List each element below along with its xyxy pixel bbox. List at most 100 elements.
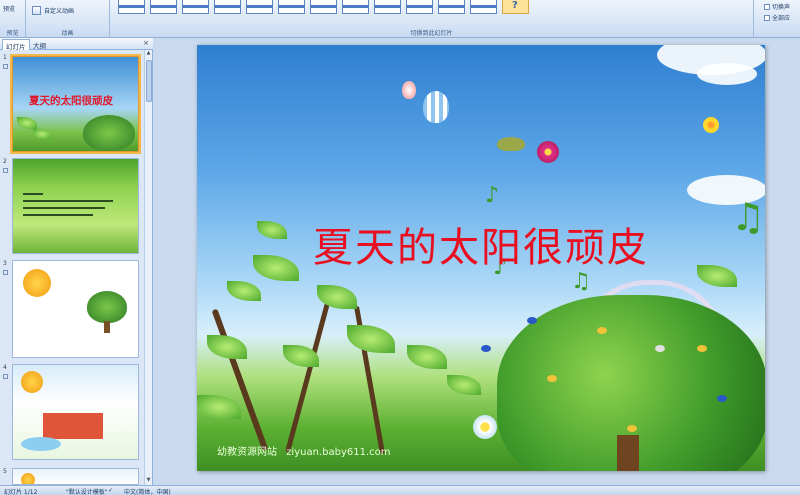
slide-number: 1 [3, 54, 7, 61]
slide-thumbnail-row[interactable]: 3 [0, 260, 145, 360]
transition-thumb[interactable] [182, 0, 209, 14]
leaf-shape [33, 129, 51, 139]
slide-number: 4 [3, 364, 7, 371]
butterfly-shape [627, 425, 637, 432]
pool-shape [21, 437, 61, 451]
transition-thumb[interactable] [118, 0, 145, 14]
ribbon: 预览 预览 自定义动画 动画 切换到此幻灯片 切换声 [0, 0, 800, 38]
butterfly-shape [481, 345, 491, 352]
balloon-shape [402, 81, 416, 99]
leaf-shape [227, 281, 261, 301]
slide-editor: ♪ ♪ ♫ ♫ 夏天的太阳很顽皮 幼教资源网站 ziyuan.baby611.c… [153, 38, 800, 485]
transition-thumb[interactable] [438, 0, 465, 14]
watermark: 幼教资源网站 ziyuan.baby611.com [217, 443, 390, 458]
transition-thumb[interactable] [470, 0, 497, 14]
transition-gallery [118, 0, 529, 14]
transition-thumb[interactable] [150, 0, 177, 14]
slide-number: 5 [3, 468, 7, 475]
animation-group-caption: 动画 [61, 30, 74, 37]
animation-group: 自定义动画 动画 [26, 0, 110, 38]
slide-thumbnail-row[interactable]: 1 夏天的太阳很顽皮 [0, 54, 145, 154]
slides-pane: 幻灯片 大纲 × 1 夏天的太阳很顽皮 2 3 4 5 ▲ ▼ [0, 38, 153, 485]
apply-all-label: 全部应 [772, 15, 791, 22]
leaf-shape [197, 395, 241, 419]
text-line [23, 200, 113, 202]
close-icon[interactable]: × [143, 39, 149, 47]
flower-shape [473, 415, 497, 439]
animation-marker-icon [3, 64, 8, 69]
transition-group-caption: 切换到此幻灯片 [410, 30, 453, 37]
transition-thumb[interactable] [246, 0, 273, 14]
butterfly-shape [527, 317, 537, 324]
transition-sound-option[interactable]: 切换声 [764, 2, 790, 11]
cloud-shape [697, 63, 757, 85]
animation-marker-icon [3, 374, 8, 379]
theme-name[interactable]: "默认设计模板" [66, 487, 108, 495]
apply-all-option[interactable]: 全部应 [764, 13, 790, 22]
bird-shape [497, 137, 525, 151]
spellcheck-icon[interactable]: ✓ [108, 487, 113, 494]
leaf-shape [407, 345, 447, 369]
leaf-shape [17, 117, 37, 129]
text-line [23, 207, 105, 209]
transition-options-group: 切换声 全部应 [754, 0, 800, 38]
branch-shape [211, 308, 269, 452]
butterfly-shape [717, 395, 727, 402]
tree-shape [83, 115, 135, 151]
status-bar: 幻灯片 1/12 "默认设计模板" ✓ 中文(简体，中国) [0, 485, 800, 495]
butterfly-shape [547, 375, 557, 382]
custom-animation-label: 自定义动画 [44, 8, 75, 15]
sound-icon [764, 3, 770, 10]
slide-thumbnail-row[interactable]: 4 [0, 364, 145, 464]
language-status[interactable]: 中文(简体，中国) [124, 487, 171, 495]
text-line [23, 214, 93, 216]
butterfly-shape [655, 345, 665, 352]
slide-counter: 幻灯片 1/12 [4, 489, 38, 495]
animation-marker-icon [3, 168, 8, 173]
slide-thumbnail-row[interactable]: 5 [0, 468, 145, 485]
flower-shape [703, 117, 719, 133]
flower-shape [537, 141, 559, 163]
watermark-url: ziyuan.baby611.com [286, 447, 391, 458]
animation-marker-icon [3, 270, 8, 275]
slide-thumbnail[interactable] [12, 260, 139, 358]
custom-animation-icon [32, 6, 41, 15]
pane-scrollbar[interactable]: ▲ ▼ [144, 50, 152, 485]
transition-sound-label: 切换声 [772, 4, 791, 11]
custom-animation-button[interactable]: 自定义动画 [32, 6, 74, 15]
butterfly-shape [697, 345, 707, 352]
slide-thumbnail-row[interactable]: 2 [0, 158, 145, 256]
branch-shape [285, 287, 334, 453]
trunk-shape [104, 321, 110, 333]
preview-group: 预览 预览 [0, 0, 26, 38]
text-line [23, 193, 43, 195]
transition-thumb[interactable] [214, 0, 241, 14]
sun-shape [23, 269, 51, 297]
slide-thumbnail[interactable] [12, 158, 139, 254]
transition-thumb[interactable] [406, 0, 433, 14]
thumbnail-title: 夏天的太阳很顽皮 [29, 95, 113, 107]
transition-thumb[interactable] [342, 0, 369, 14]
preview-button[interactable]: 预览 [3, 4, 15, 13]
transition-thumb[interactable] [278, 0, 305, 14]
pane-tabs: 幻灯片 大纲 × [0, 38, 153, 51]
butterfly-shape [597, 327, 607, 334]
scroll-thumb[interactable] [146, 60, 152, 102]
slide-thumbnail[interactable] [12, 468, 139, 485]
music-note-icon: ♪ [485, 183, 500, 208]
preview-group-caption: 预览 [6, 30, 19, 37]
tab-slides[interactable]: 幻灯片 [2, 39, 30, 51]
tab-outline[interactable]: 大纲 [30, 39, 49, 50]
slide-thumbnail[interactable]: 夏天的太阳很顽皮 [10, 54, 141, 154]
balloon-shape [423, 91, 449, 123]
trunk-shape [617, 435, 639, 471]
slide-thumbnail[interactable] [12, 364, 139, 460]
scroll-down-icon[interactable]: ▼ [145, 477, 152, 485]
transition-thumb[interactable] [374, 0, 401, 14]
scroll-up-icon[interactable]: ▲ [145, 50, 152, 58]
current-slide[interactable]: ♪ ♪ ♫ ♫ 夏天的太阳很顽皮 幼教资源网站 ziyuan.baby611.c… [197, 45, 765, 471]
slide-title[interactable]: 夏天的太阳很顽皮 [197, 215, 765, 273]
transition-thumb[interactable] [310, 0, 337, 14]
transition-thumb-random[interactable] [502, 0, 529, 14]
tree-shape [87, 291, 127, 323]
